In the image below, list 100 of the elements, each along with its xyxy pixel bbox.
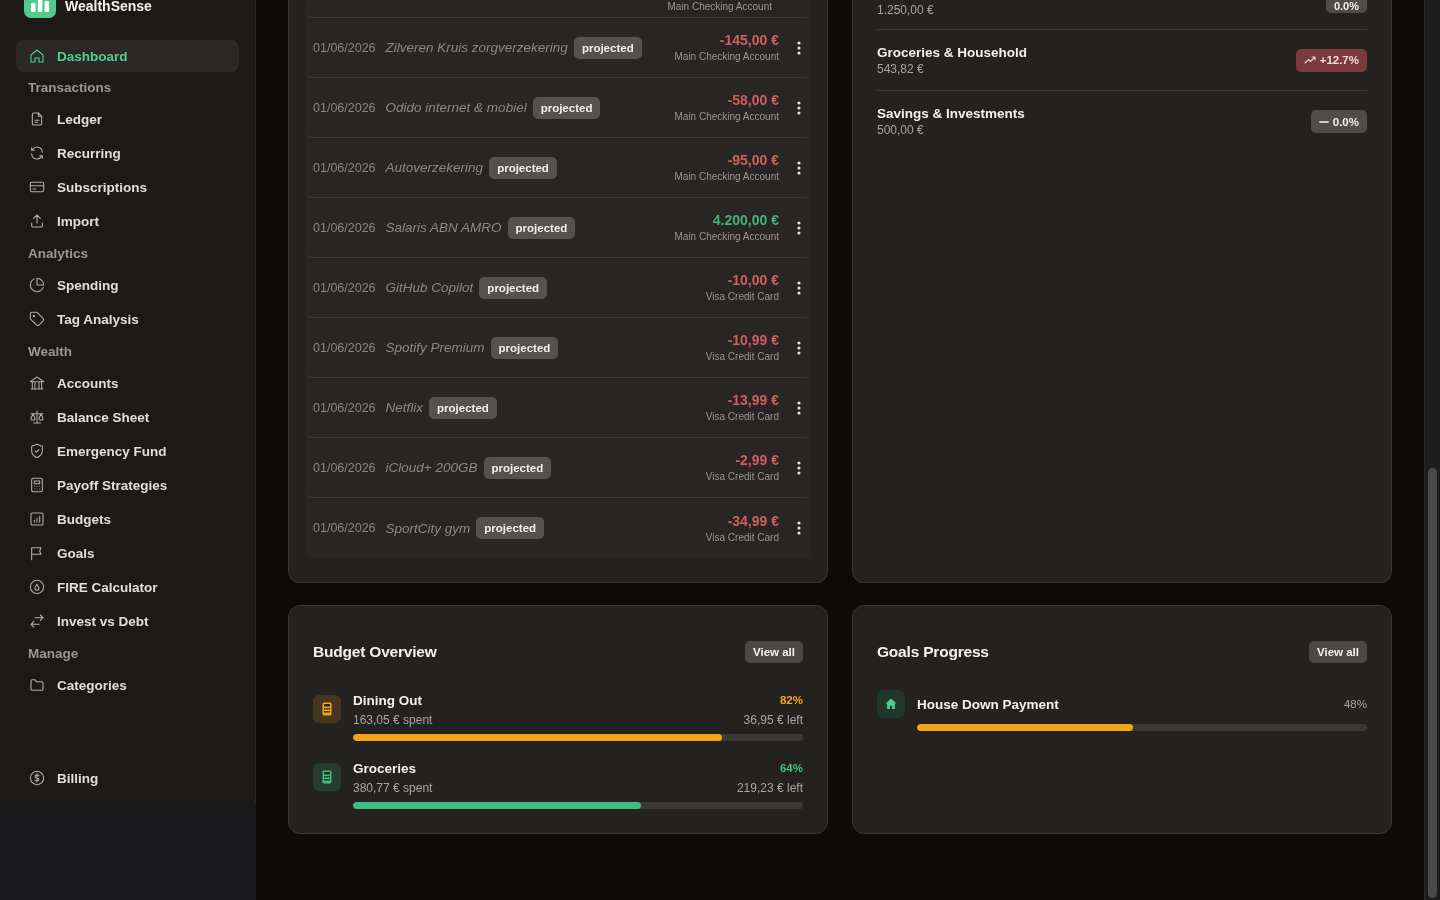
view-all-button[interactable]: View all xyxy=(745,641,803,663)
nav-item[interactable]: Tag Analysis xyxy=(16,302,239,336)
logo-icon xyxy=(24,0,56,18)
budget-remaining: 219,23 € left xyxy=(736,781,803,795)
account-name: Visa Credit Card xyxy=(705,351,779,363)
nav-item[interactable]: FIRE Calculator xyxy=(16,570,239,604)
nav-section-heading: Analytics xyxy=(27,244,90,263)
nav-item[interactable]: Ledger xyxy=(16,102,239,136)
nav-item[interactable]: Recurring xyxy=(16,136,239,170)
home-icon xyxy=(877,690,905,718)
nav-item[interactable]: Categories xyxy=(16,668,239,702)
nav-section-heading: Manage xyxy=(27,644,80,663)
transaction-amount: -13,99 € xyxy=(727,392,779,408)
transaction-description: Autoverzekering xyxy=(385,160,484,175)
brand-name: WealthSense xyxy=(65,0,152,13)
transaction-amount: -145,00 € xyxy=(719,32,779,48)
more-options-icon[interactable] xyxy=(797,280,801,295)
transaction-description: Salaris ABN AMRO xyxy=(385,220,502,235)
transaction-amount: -58,00 € xyxy=(727,92,779,108)
transaction-amount: -10,99 € xyxy=(727,332,779,348)
transaction-date: 01/06/2026 xyxy=(313,521,376,535)
more-options-icon[interactable] xyxy=(797,400,801,415)
account-name: Main Checking Account xyxy=(667,1,772,13)
home-icon xyxy=(29,48,45,64)
status-badge: projected xyxy=(573,36,642,59)
transaction-date: 01/06/2026 xyxy=(313,220,376,235)
card-title: Goals Progress xyxy=(877,643,989,661)
transaction-amount: 4.200,00 € xyxy=(712,212,779,228)
bar-chart-icon xyxy=(29,511,45,527)
transaction-amount: -2,99 € xyxy=(735,452,779,468)
calculator-icon xyxy=(29,477,45,493)
nav-item[interactable]: Accounts xyxy=(16,366,239,400)
nav-item[interactable]: Invest vs Debt xyxy=(16,604,239,638)
more-options-icon[interactable] xyxy=(797,340,801,355)
transaction-description: Odido internet & mobiel xyxy=(385,100,527,115)
account-name: Main Checking Account xyxy=(674,51,779,63)
nav-item[interactable]: Emergency Fund xyxy=(16,434,239,468)
more-options-icon[interactable] xyxy=(797,521,801,535)
flame-icon xyxy=(29,579,45,595)
dollar-circle-icon xyxy=(29,770,45,786)
swap-arrows-icon xyxy=(29,613,45,629)
budget-name: Groceries xyxy=(353,760,417,776)
view-all-button[interactable]: View all xyxy=(1309,641,1367,663)
transaction-date: 01/06/2026 xyxy=(313,160,376,175)
transaction-amount: -10,00 € xyxy=(727,272,779,288)
transaction-date: 01/06/2026 xyxy=(313,280,376,295)
nav-item[interactable]: Budgets xyxy=(16,502,239,536)
transaction-description: Spotify Premium xyxy=(385,340,485,355)
status-badge: projected xyxy=(429,396,497,419)
category-name: Savings & Investments xyxy=(877,106,1025,121)
change-value: +12.7% xyxy=(1319,54,1359,66)
transaction-date: 01/06/2026 xyxy=(313,340,376,355)
document-icon xyxy=(29,111,45,127)
status-badge: projected xyxy=(507,216,576,239)
scrollbar-thumb[interactable] xyxy=(1428,468,1437,898)
status-badge: projected xyxy=(489,156,557,179)
change-value: 0.0% xyxy=(1332,115,1359,128)
account-name: Visa Credit Card xyxy=(705,531,779,544)
category-amount: 500,00 € xyxy=(877,123,925,137)
category-amount: 543,82 € xyxy=(877,61,925,76)
budget-percent: 82% xyxy=(779,694,803,706)
transaction-date: 01/06/2026 xyxy=(313,40,376,55)
nav-item[interactable]: Dashboard xyxy=(16,40,239,72)
status-badge: projected xyxy=(479,276,548,299)
goal-percent: 48% xyxy=(1343,698,1367,710)
nav-item[interactable]: Payoff Strategies xyxy=(16,468,239,502)
account-name: Visa Credit Card xyxy=(705,471,779,483)
budget-remaining: 36,95 € left xyxy=(743,713,803,727)
budget-percent: 64% xyxy=(779,762,803,774)
nav-item[interactable]: Subscriptions xyxy=(16,170,239,204)
more-options-icon[interactable] xyxy=(797,460,801,475)
nav-section-heading: Transactions xyxy=(27,78,113,97)
nav-item[interactable]: Balance Sheet xyxy=(16,400,239,434)
pie-chart-icon xyxy=(29,277,45,293)
calculator-icon xyxy=(313,763,341,791)
nav-section-heading: Wealth xyxy=(27,342,73,361)
status-badge: projected xyxy=(476,517,545,539)
goal-name: House Down Payment xyxy=(917,696,1059,712)
shield-check-icon xyxy=(29,443,45,459)
more-options-icon[interactable] xyxy=(797,220,801,235)
more-options-icon[interactable] xyxy=(797,160,801,175)
nav-item[interactable]: Import xyxy=(16,204,239,238)
category-name: Groceries & Household xyxy=(877,44,1028,60)
nav-item[interactable]: Spending xyxy=(16,268,239,302)
status-badge: projected xyxy=(532,96,601,119)
transaction-date: 01/06/2026 xyxy=(313,460,376,475)
transaction-description: Netflix xyxy=(385,400,424,415)
refresh-icon xyxy=(29,145,45,161)
tag-icon xyxy=(29,311,45,327)
more-options-icon[interactable] xyxy=(797,100,801,115)
budget-spent: 380,77 € spent xyxy=(353,781,433,795)
account-name: Main Checking Account xyxy=(674,171,779,183)
transaction-description: SportCity gym xyxy=(385,520,471,536)
transaction-date: 01/06/2026 xyxy=(313,100,376,115)
more-options-icon[interactable] xyxy=(797,40,801,55)
nav-item[interactable]: Goals xyxy=(16,536,239,570)
status-badge: projected xyxy=(490,336,559,359)
transaction-amount: -34,99 € xyxy=(727,512,779,529)
nav-item[interactable]: Billing xyxy=(16,761,239,795)
account-name: Main Checking Account xyxy=(674,231,779,243)
